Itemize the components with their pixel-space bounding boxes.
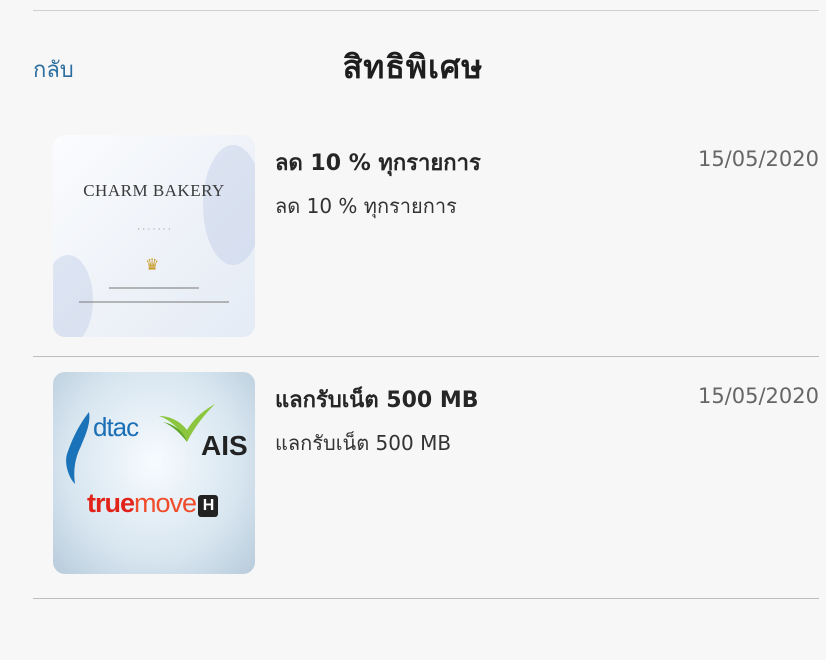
privilege-date: 15/05/2020 xyxy=(697,384,819,408)
bakery-tagline: · · · · · · · xyxy=(137,225,171,234)
fine-print-line xyxy=(109,287,199,289)
privilege-item[interactable]: dtac AIS truemove H แลกรับเน็ต 500 MB แลก… xyxy=(33,357,819,598)
privilege-list: CHARM BAKERY · · · · · · · ♛ ลด 10 % ทุก… xyxy=(33,120,819,599)
ais-label: AIS xyxy=(201,430,248,461)
crown-icon: ♛ xyxy=(145,255,160,274)
privilege-date: 15/05/2020 xyxy=(697,147,819,171)
truemove-label-move: move xyxy=(134,488,197,518)
fine-print-line xyxy=(79,301,229,303)
truemove-logo: truemove H xyxy=(87,488,219,519)
decorative-wisp xyxy=(203,145,255,265)
page-title: สิทธิพิเศษ xyxy=(342,48,484,86)
privilege-item[interactable]: CHARM BAKERY · · · · · · · ♛ ลด 10 % ทุก… xyxy=(33,120,819,356)
privilege-title: แลกรับเน็ต 500 MB xyxy=(275,388,479,413)
truemove-h-icon: H xyxy=(198,495,219,517)
top-divider xyxy=(33,10,819,11)
decorative-wisp xyxy=(53,255,93,337)
bakery-name: CHARM BAKERY xyxy=(83,181,225,200)
telecom-logos-image: dtac AIS truemove H xyxy=(53,372,255,574)
truemove-label-true: true xyxy=(87,488,135,518)
privilege-subtitle: แลกรับเน็ต 500 MB xyxy=(275,431,452,455)
privilege-title: ลด 10 % ทุกรายการ xyxy=(275,151,481,176)
dtac-label: dtac xyxy=(93,412,139,442)
list-divider xyxy=(33,598,819,599)
privilege-subtitle: ลด 10 % ทุกรายการ xyxy=(275,194,457,218)
charm-bakery-logo-image: CHARM BAKERY · · · · · · · ♛ xyxy=(53,135,255,337)
